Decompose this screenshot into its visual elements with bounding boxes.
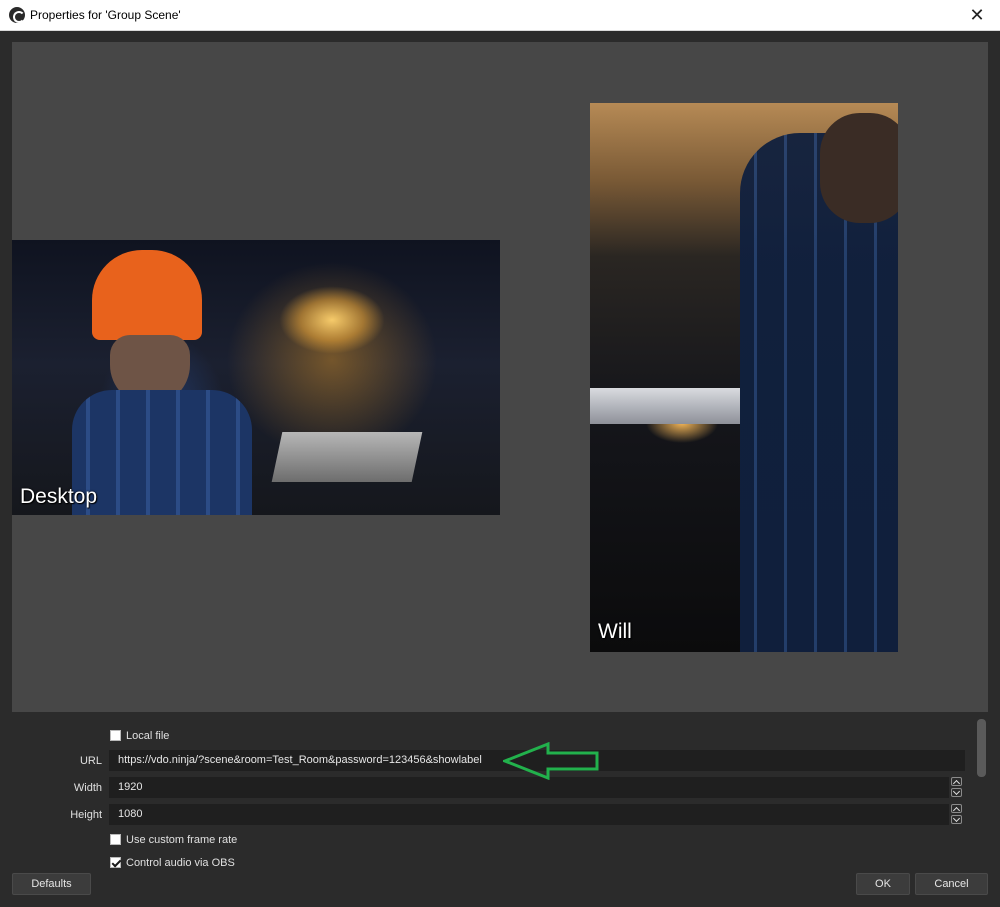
- control-audio-label: Control audio via OBS: [126, 857, 235, 869]
- ok-button[interactable]: OK: [856, 873, 910, 895]
- close-button[interactable]: ✕: [954, 0, 1000, 31]
- control-audio-checkbox[interactable]: [110, 857, 121, 868]
- preview-canvas: Desktop Will: [12, 42, 988, 712]
- cancel-button[interactable]: Cancel: [915, 873, 988, 895]
- height-stepper[interactable]: [949, 804, 964, 825]
- local-file-checkbox[interactable]: [110, 730, 121, 741]
- url-label: URL: [79, 755, 102, 767]
- keyboard-image: [590, 388, 740, 424]
- custom-frame-rate-checkbox[interactable]: [110, 834, 121, 845]
- properties-scrollbar[interactable]: [977, 719, 986, 777]
- chevron-up-icon[interactable]: [951, 804, 962, 813]
- desktop-label: Desktop: [20, 485, 98, 508]
- defaults-button[interactable]: Defaults: [12, 873, 91, 895]
- chevron-up-icon[interactable]: [951, 777, 962, 786]
- person-shirt: [72, 390, 252, 515]
- height-label: Height: [70, 809, 102, 821]
- custom-frame-rate-label: Use custom frame rate: [126, 834, 238, 846]
- person-beanie: [92, 250, 202, 340]
- desktop-video-feed: Desktop: [12, 240, 500, 515]
- person-head: [820, 113, 898, 223]
- chevron-down-icon[interactable]: [951, 815, 962, 824]
- left-arrow-icon: [503, 742, 599, 780]
- chevron-down-icon[interactable]: [951, 788, 962, 797]
- will-label: Will: [598, 620, 632, 643]
- height-input[interactable]: 1080: [109, 804, 949, 825]
- width-stepper[interactable]: [949, 777, 964, 798]
- will-video-feed: Will: [590, 103, 898, 652]
- obs-logo-icon: [9, 7, 25, 23]
- title-bar: Properties for 'Group Scene' ✕: [0, 0, 1000, 31]
- width-label: Width: [73, 782, 102, 794]
- local-file-label: Local file: [126, 730, 170, 742]
- keyboard-image: [271, 432, 423, 482]
- window-title: Properties for 'Group Scene': [30, 8, 181, 22]
- width-input[interactable]: 1920: [109, 777, 949, 798]
